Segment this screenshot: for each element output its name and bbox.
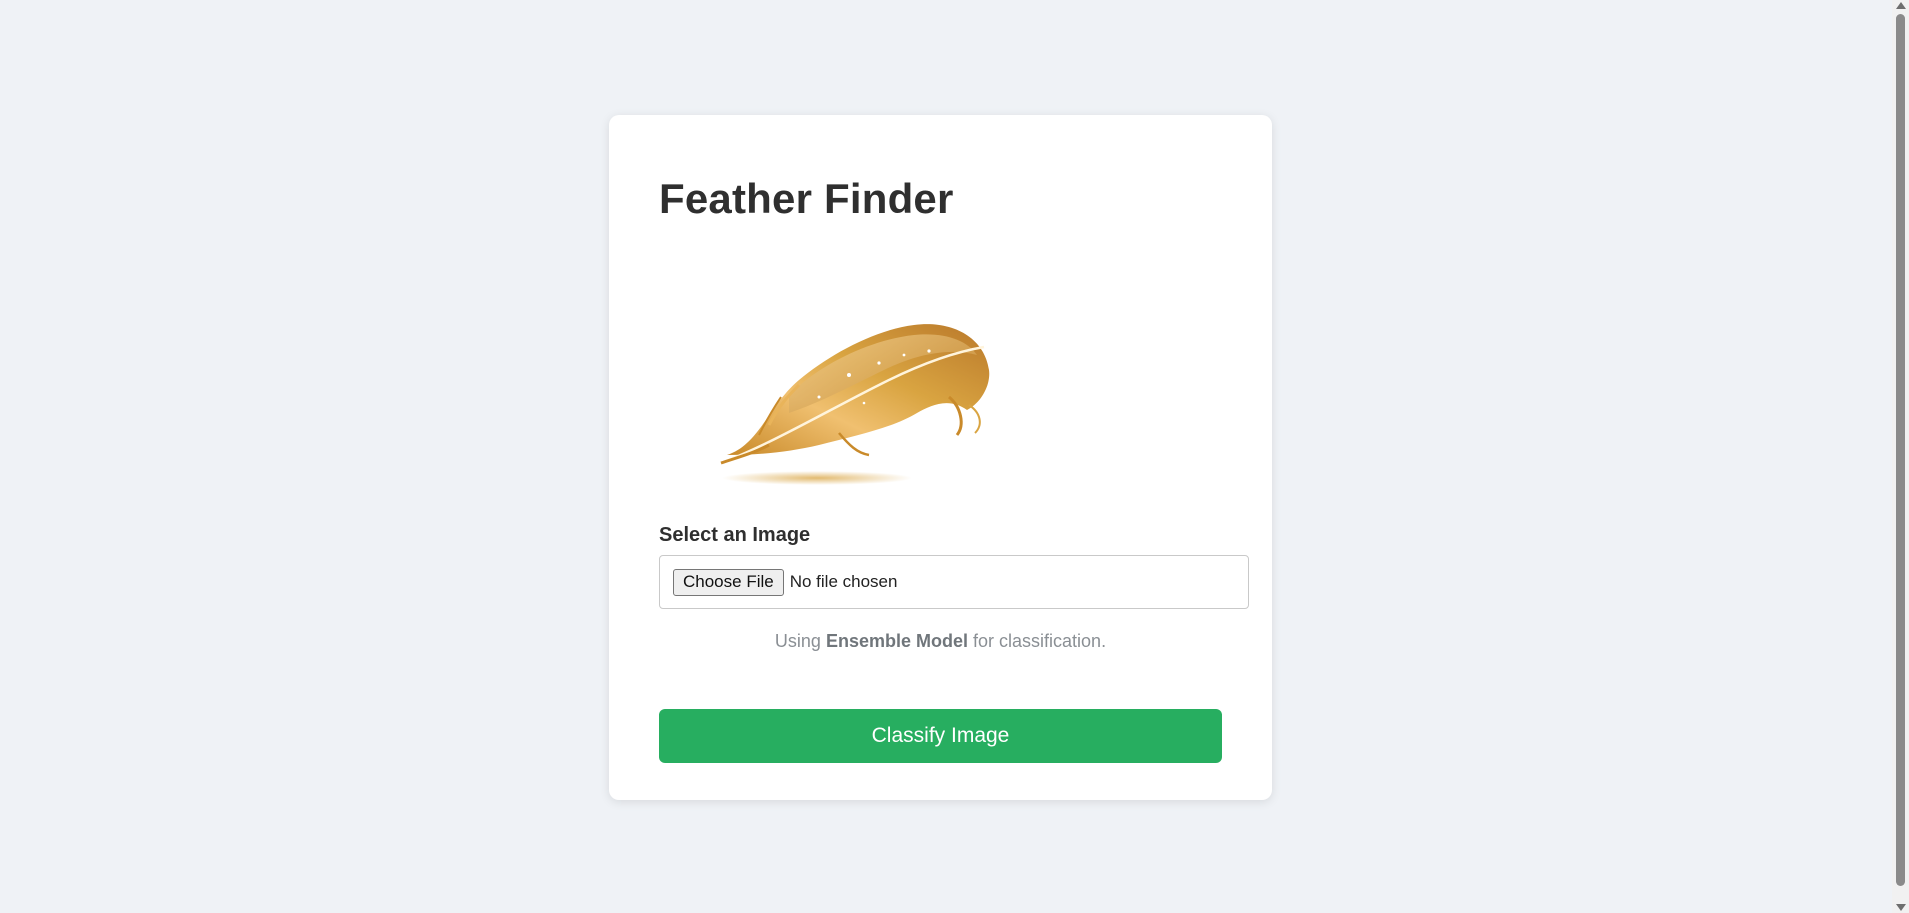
classifier-card: Feather Finder Select an Image Choose Fi… [609,115,1272,800]
classify-image-button[interactable]: Classify Image [659,709,1222,763]
vertical-scrollbar[interactable] [1892,0,1909,913]
model-name: Ensemble Model [825,631,968,651]
page-title: Feather Finder [659,175,954,222]
scrollbar-thumb[interactable] [1896,14,1905,886]
choose-file-button[interactable]: Choose File [673,568,784,596]
select-image-label: Select an Image [659,524,811,546]
feather-logo-icon [699,285,1019,500]
model-info-text: Using Ensemble Model for classification. [609,631,1272,652]
scroll-up-arrow-icon[interactable] [1896,2,1906,9]
file-input[interactable]: Choose File No file chosen [659,555,1249,609]
scroll-down-arrow-icon[interactable] [1896,904,1906,911]
model-note-suffix: for classification. [973,631,1107,651]
model-note-prefix: Using [774,631,821,651]
file-status-text: No file chosen [789,572,898,591]
